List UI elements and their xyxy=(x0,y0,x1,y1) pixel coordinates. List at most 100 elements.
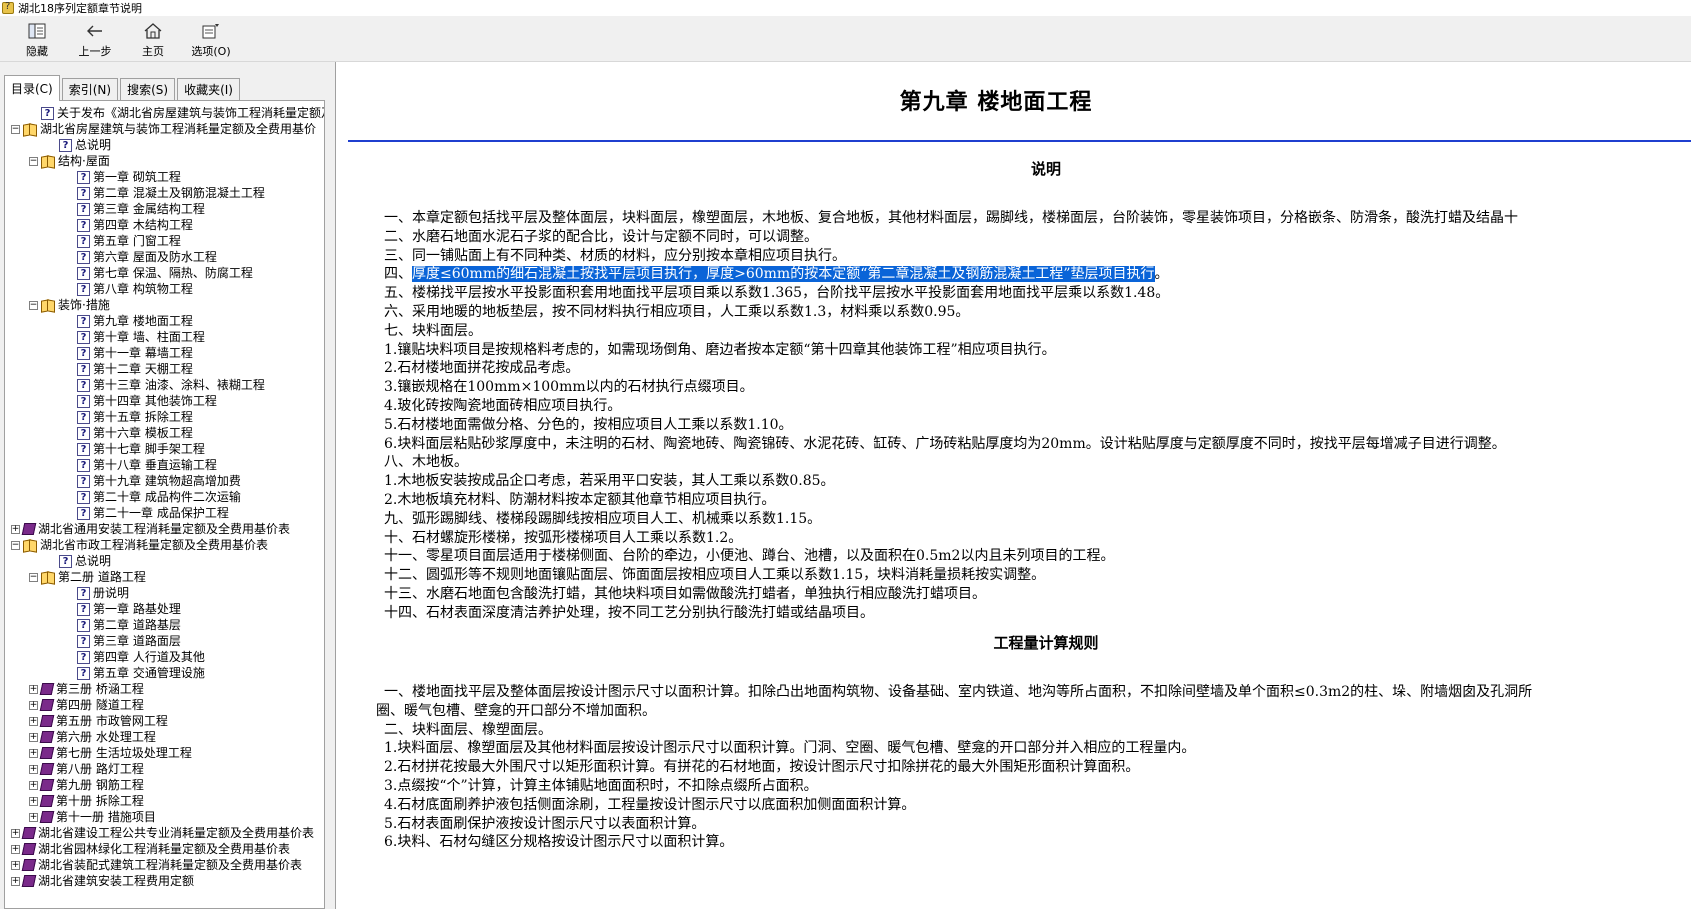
tab-contents[interactable]: 目录(C) xyxy=(4,75,60,101)
tree-node[interactable]: ? 第十六章 模板工程 xyxy=(7,425,324,441)
tab-index[interactable]: 索引(N) xyxy=(61,78,119,100)
tree-node[interactable]: + 湖北省装配式建筑工程消耗量定额及全费用基价表 xyxy=(7,857,324,873)
tree-node[interactable]: ? 第十三章 油漆、涂料、裱糊工程 xyxy=(7,377,324,393)
tree-node[interactable]: ? 总说明 xyxy=(7,137,324,153)
rule-line: 5.石材表面刷保护液按设计图示尺寸以表面积计算。 xyxy=(384,815,706,832)
tree-node[interactable]: − 结构·屋面 xyxy=(7,153,324,169)
tree-node[interactable]: ? 第四章 木结构工程 xyxy=(7,217,324,233)
selected-text[interactable]: 厚度≤60mm的细石混凝土按找平层项目执行，厚度>60mm的按本定额“第二章混凝… xyxy=(412,266,1155,283)
options-button[interactable]: 选项(O) xyxy=(182,16,240,60)
tree-node[interactable]: ? 第十四章 其他装饰工程 xyxy=(7,393,324,409)
expand-icon[interactable]: + xyxy=(29,684,38,694)
tree-node[interactable]: ? 第十五章 拆除工程 xyxy=(7,409,324,425)
tab-favorites[interactable]: 收藏夹(I) xyxy=(177,78,240,100)
tree-node[interactable]: ? 第十九章 建筑物超高增加费 xyxy=(7,473,324,489)
tree-node[interactable]: ? 册说明 xyxy=(7,585,324,601)
tree-node[interactable]: + 湖北省建筑安装工程费用定额 xyxy=(7,873,324,889)
tree-node-label: 装饰·措施 xyxy=(58,298,110,312)
tree-node[interactable]: ? 第十章 墙、柱面工程 xyxy=(7,329,324,345)
tree-node[interactable]: ? 第九章 楼地面工程 xyxy=(7,313,324,329)
expand-icon[interactable]: + xyxy=(11,844,20,854)
tree-node[interactable]: + 第四册 隧道工程 xyxy=(7,697,324,713)
rules-paragraphs: 一、楼地面找平层及整体面层按设计图示尺寸以面积计算。扣除凸出地面构筑物、设备基础… xyxy=(376,683,1691,852)
tree-node[interactable]: ? 第二章 混凝土及钢筋混凝土工程 xyxy=(7,185,324,201)
tree-node[interactable]: + 湖北省园林绿化工程消耗量定额及全费用基价表 xyxy=(7,841,324,857)
tree-node[interactable]: + 第七册 生活垃圾处理工程 xyxy=(7,745,324,761)
tree-node-label: 关于发布《湖北省房屋建筑与装饰工程消耗量定额及 xyxy=(57,106,325,120)
tree-node[interactable]: ? 第八章 构筑物工程 xyxy=(7,281,324,297)
tree-node[interactable]: + 第八册 路灯工程 xyxy=(7,761,324,777)
navigation-tabs: 目录(C) 索引(N) 搜索(S) 收藏夹(I) xyxy=(4,74,242,101)
expand-icon[interactable]: + xyxy=(29,748,38,758)
expand-icon[interactable]: + xyxy=(11,524,20,534)
tree-node[interactable]: ? 第一章 砌筑工程 xyxy=(7,169,324,185)
explanation-line: 2.木地板填充材料、防潮材料按本定额其他章节相应项目执行。 xyxy=(384,491,776,508)
tree-node[interactable]: − 第二册 道路工程 xyxy=(7,569,324,585)
explanation-heading: 说明 xyxy=(1030,160,1061,178)
help-page-icon: ? xyxy=(77,666,90,680)
expand-icon[interactable]: + xyxy=(29,700,38,710)
tree-node-label: 第六章 屋面及防水工程 xyxy=(93,250,217,264)
home-button[interactable]: 主页 xyxy=(124,16,182,60)
collapse-icon[interactable]: − xyxy=(29,156,38,166)
tree-node[interactable]: ? 第五章 门窗工程 xyxy=(7,233,324,249)
tree-node[interactable]: ? 总说明 xyxy=(7,553,324,569)
expand-icon[interactable]: + xyxy=(11,828,20,838)
help-page-icon: ? xyxy=(77,410,90,424)
expand-icon[interactable]: + xyxy=(11,876,20,886)
expand-icon[interactable]: + xyxy=(29,796,38,806)
tree-node-label: 湖北省通用安装工程消耗量定额及全费用基价表 xyxy=(38,522,291,536)
rule-line: 6.块料、石材勾缝区分规格按设计图示尺寸以面积计算。 xyxy=(384,834,734,851)
tree-node[interactable]: ? 第七章 保温、隔热、防腐工程 xyxy=(7,265,324,281)
tree-node[interactable]: + 第三册 桥涵工程 xyxy=(7,681,324,697)
expand-icon[interactable]: + xyxy=(29,780,38,790)
closed-book-icon xyxy=(39,795,55,807)
line-prefix: 四、 xyxy=(384,266,412,283)
expand-icon[interactable]: + xyxy=(11,860,20,870)
tree-node[interactable]: + 湖北省建设工程公共专业消耗量定额及全费用基价表 xyxy=(7,825,324,841)
tree-node[interactable]: + 第十一册 措施项目 xyxy=(7,809,324,825)
tree-node[interactable]: + 第九册 钢筋工程 xyxy=(7,777,324,793)
tree-node-label: 湖北省房屋建筑与装饰工程消耗量定额及全费用基价 xyxy=(40,122,317,136)
tree-node[interactable]: ? 第六章 屋面及防水工程 xyxy=(7,249,324,265)
collapse-icon[interactable]: − xyxy=(29,300,38,310)
tree-node[interactable]: − 湖北省市政工程消耗量定额及全费用基价表 xyxy=(7,537,324,553)
tree-node[interactable]: ? 第三章 金属结构工程 xyxy=(7,201,324,217)
expand-icon[interactable]: + xyxy=(29,716,38,726)
hide-pane-icon xyxy=(28,20,46,42)
tree-node[interactable]: − 装饰·措施 xyxy=(7,297,324,313)
tree-node[interactable]: + 湖北省通用安装工程消耗量定额及全费用基价表 xyxy=(7,521,324,537)
expand-icon[interactable]: + xyxy=(29,764,38,774)
tree-node[interactable]: ? 第二章 道路基层 xyxy=(7,617,324,633)
tree-node[interactable]: ? 第十八章 垂直运输工程 xyxy=(7,457,324,473)
tree-node[interactable]: ? 第二十一章 成品保护工程 xyxy=(7,505,324,521)
tree-node[interactable]: − 湖北省房屋建筑与装饰工程消耗量定额及全费用基价 xyxy=(7,121,324,137)
explanation-line: 一、本章定额包括找平层及整体面层，块料面层，橡塑面层，木地板、复合地板，其他材料… xyxy=(384,210,1518,226)
tree-node[interactable]: ? 第十七章 脚手架工程 xyxy=(7,441,324,457)
help-page-icon: ? xyxy=(77,490,90,504)
tree-node[interactable]: ? 第三章 道路面层 xyxy=(7,633,324,649)
collapse-icon[interactable]: − xyxy=(29,572,38,582)
collapse-icon[interactable]: − xyxy=(11,540,20,550)
tree-node[interactable]: ? 第二十章 成品构件二次运输 xyxy=(7,489,324,505)
expand-icon[interactable]: + xyxy=(29,732,38,742)
collapse-icon[interactable]: − xyxy=(11,124,20,134)
tree-node[interactable]: + 第十册 拆除工程 xyxy=(7,793,324,809)
tab-search[interactable]: 搜索(S) xyxy=(120,78,176,100)
tree-node[interactable]: ? 第四章 人行道及其他 xyxy=(7,649,324,665)
tree-node[interactable]: ? 第一章 路基处理 xyxy=(7,601,324,617)
home-icon xyxy=(143,20,163,42)
toolbar: 隐藏 上一步 主页 选项(O) xyxy=(0,16,1691,62)
tree-node[interactable]: ? 第十二章 天棚工程 xyxy=(7,361,324,377)
tree-node[interactable]: + 第六册 水处理工程 xyxy=(7,729,324,745)
tree-node-label: 第三册 桥涵工程 xyxy=(56,682,144,696)
tree-node[interactable]: ? 第五章 交通管理设施 xyxy=(7,665,324,681)
tree-node[interactable]: + 第五册 市政管网工程 xyxy=(7,713,324,729)
hide-button[interactable]: 隐藏 xyxy=(8,16,66,60)
help-page-icon: ? xyxy=(77,650,90,664)
tree-node[interactable]: ? 关于发布《湖北省房屋建筑与装饰工程消耗量定额及 xyxy=(7,105,325,121)
tree-node[interactable]: ? 第十一章 幕墙工程 xyxy=(7,345,324,361)
tree-node-label: 第七册 生活垃圾处理工程 xyxy=(56,746,192,760)
back-button[interactable]: 上一步 xyxy=(66,16,124,60)
expand-icon[interactable]: + xyxy=(29,812,38,822)
